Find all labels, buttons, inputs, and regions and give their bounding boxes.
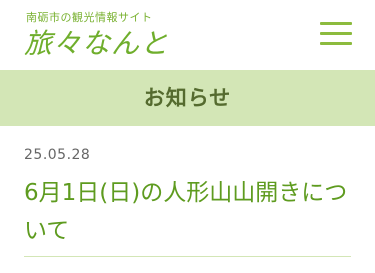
menu-bar-top: [320, 22, 352, 25]
site-header: 南砺市の観光情報サイト 旅々なんと: [0, 0, 375, 70]
post-title: 6月1日(日)の人形山山開きについて: [24, 180, 348, 244]
site-logo: 旅々なんと: [24, 27, 170, 60]
menu-bar-middle: [320, 32, 352, 35]
post-divider: [24, 256, 351, 257]
hamburger-menu-icon[interactable]: [316, 18, 356, 50]
site-tagline: 南砺市の観光情報サイト: [26, 11, 153, 24]
section-header: お知らせ: [0, 70, 375, 126]
menu-bar-bottom: [320, 42, 352, 45]
post-date: 25.05.28: [24, 147, 91, 163]
site-logo-link[interactable]: 南砺市の観光情報サイト 旅々なんと: [24, 8, 264, 64]
section-title: お知らせ: [143, 86, 232, 110]
